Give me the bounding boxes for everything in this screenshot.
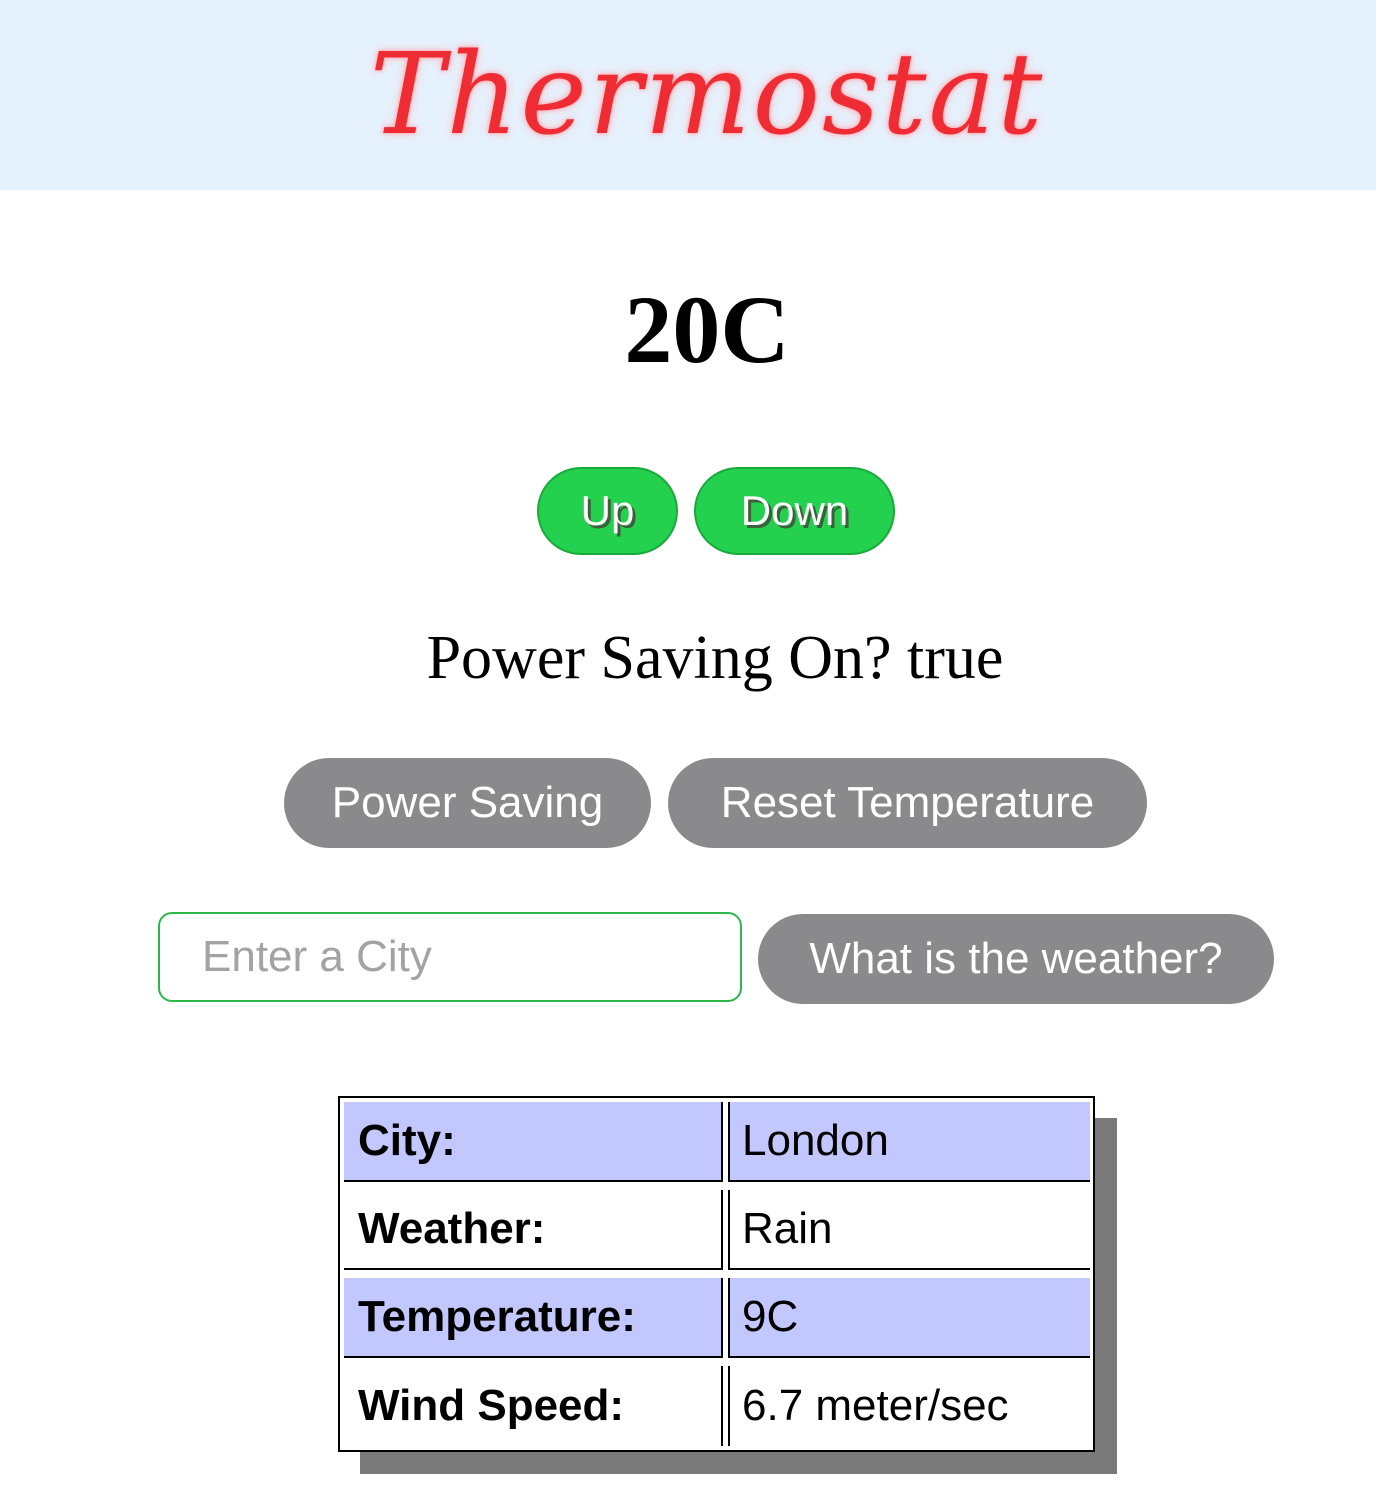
table-cell-label: Temperature: — [344, 1278, 723, 1358]
table-cell-value: 9C — [728, 1278, 1090, 1358]
table-cell-value: London — [728, 1102, 1090, 1182]
power-saving-status-value: true — [907, 624, 1004, 692]
city-input[interactable] — [158, 912, 742, 1002]
table-row-wind-speed: Wind Speed: 6.7 meter/sec — [340, 1362, 1093, 1450]
weather-table: City: London Weather: Rain Temperature: … — [338, 1096, 1095, 1452]
power-saving-status-label: Power Saving On? — [426, 624, 892, 692]
table-cell-label: Wind Speed: — [344, 1366, 723, 1446]
reset-temperature-button[interactable]: Reset Temperature — [668, 758, 1147, 848]
power-saving-status: Power Saving On? true — [0, 622, 1376, 694]
table-cell-label: City: — [344, 1102, 723, 1182]
table-cell-value: Rain — [728, 1190, 1090, 1270]
get-weather-button[interactable]: What is the weather? — [758, 914, 1274, 1004]
up-button[interactable]: Up — [537, 467, 678, 555]
current-temperature: 20C — [624, 276, 790, 383]
table-cell-label: Weather: — [344, 1190, 723, 1270]
down-button[interactable]: Down — [694, 467, 895, 555]
table-cell-value: 6.7 meter/sec — [728, 1366, 1090, 1446]
power-saving-button[interactable]: Power Saving — [284, 758, 651, 848]
table-row-weather: Weather: Rain — [340, 1186, 1093, 1274]
table-row-city: City: London — [340, 1098, 1093, 1186]
table-row-temperature: Temperature: 9C — [340, 1274, 1093, 1362]
app-title: Thermostat — [369, 30, 1045, 160]
